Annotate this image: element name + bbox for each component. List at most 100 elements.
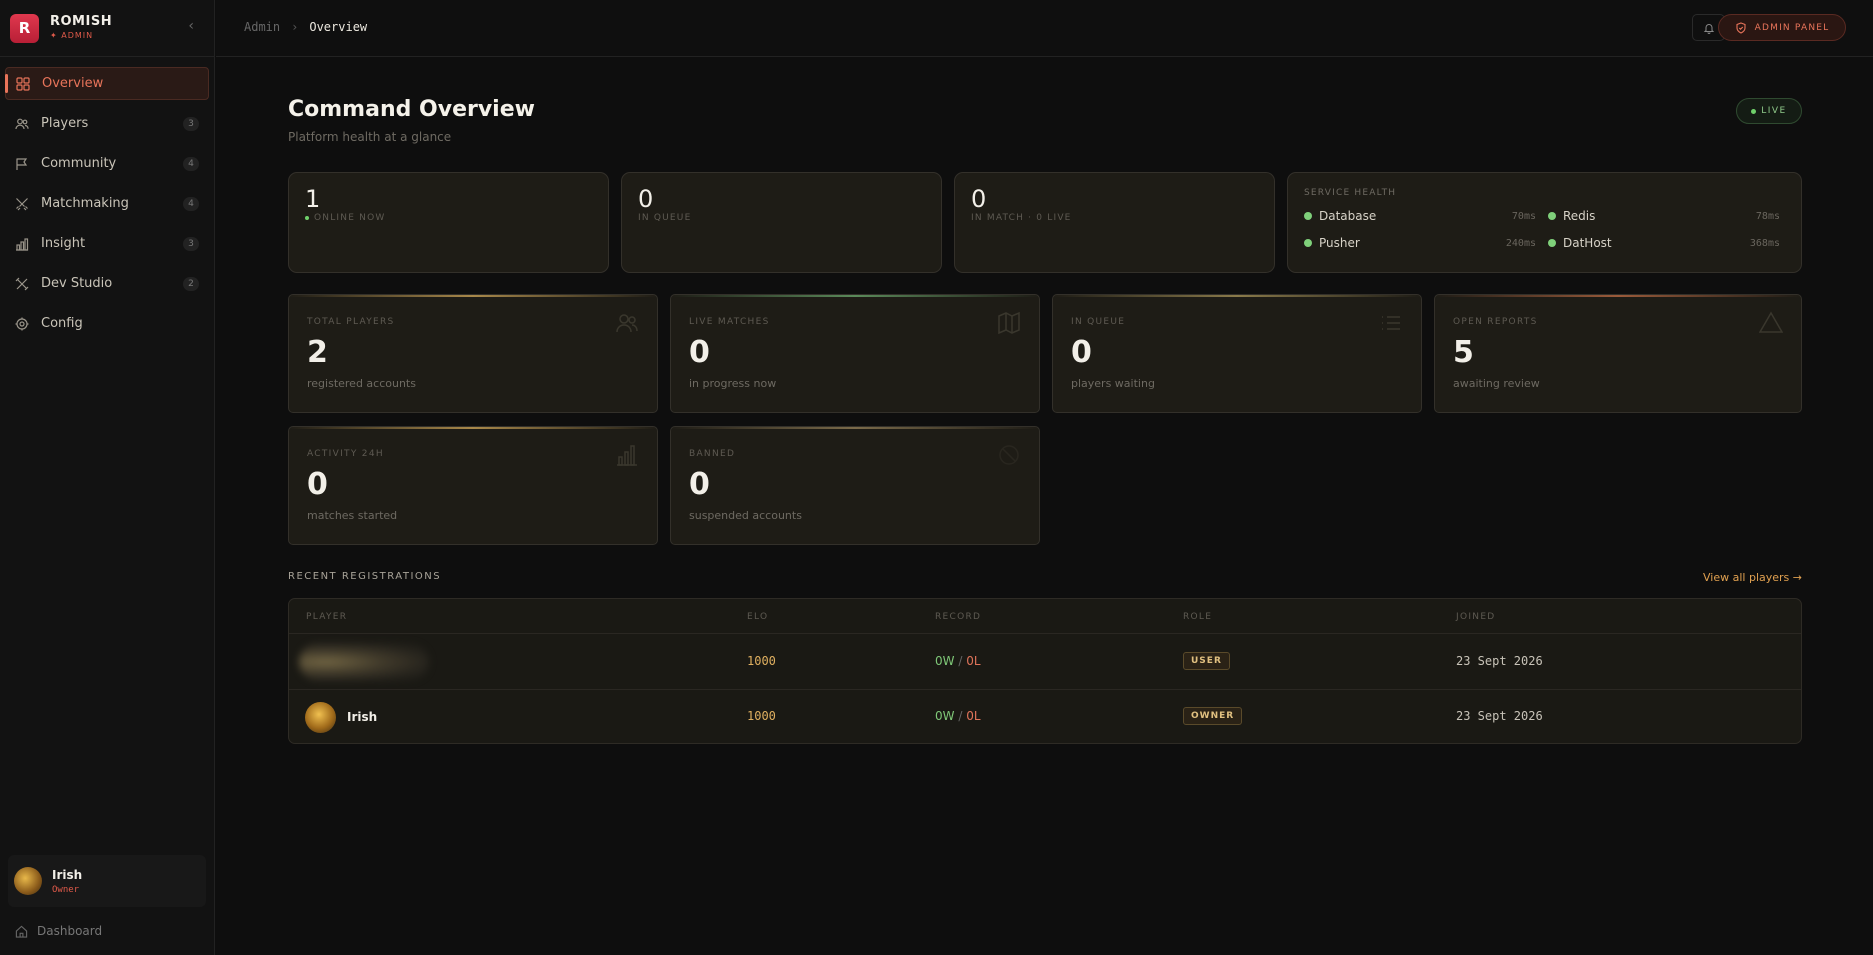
map-icon <box>998 311 1020 335</box>
status-dot-icon <box>1548 239 1556 247</box>
metric-banned: BANNED 0 suspended accounts <box>670 426 1040 545</box>
gear-icon <box>15 317 29 331</box>
service-name: Redis <box>1563 209 1596 223</box>
in-queue-value: 0 <box>638 185 654 213</box>
collapse-sidebar-icon[interactable]: ‹ <box>188 18 194 34</box>
sidebar-item-insight[interactable]: Insight 3 <box>5 227 209 260</box>
breadcrumb: Admin › Overview <box>244 20 367 34</box>
player-name[interactable]: Irish <box>347 710 377 724</box>
service-name: DatHost <box>1563 236 1612 250</box>
live-badge: LIVE <box>1736 98 1802 124</box>
sidebar-item-players[interactable]: Players 3 <box>5 107 209 140</box>
user-role: Owner <box>52 884 80 895</box>
table-row[interactable]: Irish 1000 0W / 0L OWNER 23 Sept 2026 <box>289 690 1801 743</box>
brand: R ROMISH ✦ ADMIN ‹ <box>0 0 214 57</box>
flag-icon <box>15 157 29 171</box>
service-latency: 368ms <box>1749 237 1780 249</box>
metric-live-matches: LIVE MATCHES 0 in progress now <box>670 294 1040 413</box>
metric-value: 5 <box>1453 335 1474 370</box>
swords-icon <box>15 197 29 211</box>
registrations-table: PLAYER ELO RECORD ROLE JOINED 1000 0W / … <box>288 598 1802 744</box>
breadcrumb-current: Overview <box>309 20 368 34</box>
joined-date: 23 Sept 2026 <box>1456 709 1543 723</box>
topbar: Admin › Overview ADMIN PANEL <box>216 0 1873 57</box>
chevron-right-icon: › <box>291 20 299 34</box>
sidebar-item-config[interactable]: Config <box>5 307 209 340</box>
avatar <box>305 702 336 733</box>
user-name: Irish <box>52 867 83 882</box>
record-separator: / <box>958 709 963 723</box>
metric-value: 2 <box>307 335 328 370</box>
home-icon <box>15 925 28 938</box>
grid-icon <box>16 76 30 91</box>
service-health-title: SERVICE HEALTH <box>1304 188 1397 198</box>
tools-icon <box>15 277 29 291</box>
online-now-label-row: ONLINE NOW <box>305 213 385 223</box>
brand-subtitle: ✦ ADMIN <box>50 31 94 41</box>
sidebar-item-label: Config <box>41 316 83 331</box>
table-row[interactable]: 1000 0W / 0L USER 23 Sept 2026 <box>289 635 1801 690</box>
dashboard-link[interactable]: Dashboard <box>15 924 102 938</box>
metric-label: OPEN REPORTS <box>1453 317 1538 327</box>
service-redis: Redis 78ms <box>1548 209 1780 223</box>
bar-chart-icon <box>617 445 637 466</box>
elo-value: 1000 <box>747 709 776 723</box>
sidebar-item-label: Overview <box>42 76 104 91</box>
view-all-players-link[interactable]: View all players → <box>1703 571 1802 584</box>
column-header-role: ROLE <box>1183 612 1213 622</box>
admin-panel-button[interactable]: ADMIN PANEL <box>1718 14 1846 41</box>
admin-panel-label: ADMIN PANEL <box>1754 22 1830 33</box>
sidebar-item-dev-studio[interactable]: Dev Studio 2 <box>5 267 209 300</box>
recent-registrations-title: RECENT REGISTRATIONS <box>288 571 442 582</box>
avatar <box>14 867 42 895</box>
record-wins: 0W <box>935 654 955 668</box>
service-pusher: Pusher 240ms <box>1304 236 1536 250</box>
metric-activity-24h: ACTIVITY 24H 0 matches started <box>288 426 658 545</box>
service-latency: 240ms <box>1505 237 1536 249</box>
warning-icon <box>1759 311 1783 333</box>
metric-description: players waiting <box>1071 377 1155 390</box>
sidebar-item-community[interactable]: Community 4 <box>5 147 209 180</box>
sidebar-item-label: Players <box>41 116 89 131</box>
service-latency: 78ms <box>1755 210 1780 222</box>
sidebar-item-label: Matchmaking <box>41 196 129 211</box>
joined-date: 23 Sept 2026 <box>1456 654 1543 668</box>
metric-label: TOTAL PLAYERS <box>307 317 395 327</box>
sidebar-item-overview[interactable]: Overview <box>5 67 209 100</box>
sidebar-item-matchmaking[interactable]: Matchmaking 4 <box>5 187 209 220</box>
breadcrumb-admin[interactable]: Admin <box>244 20 280 34</box>
elo-value: 1000 <box>747 654 776 668</box>
online-now-label: ONLINE NOW <box>314 213 386 223</box>
bell-icon <box>1703 23 1714 34</box>
nav-count-badge: 2 <box>183 277 199 291</box>
record-separator: / <box>958 654 963 668</box>
metric-description: awaiting review <box>1453 377 1540 390</box>
shield-icon <box>1736 21 1746 34</box>
record-value: 0W / 0L <box>935 709 981 723</box>
record-value: 0W / 0L <box>935 654 981 668</box>
sidebar-item-label: Insight <box>41 236 86 251</box>
metric-value: 0 <box>1071 335 1092 370</box>
live-dot-icon <box>1751 108 1757 114</box>
record-losses: 0L <box>966 709 981 723</box>
table-header: PLAYER ELO RECORD ROLE JOINED <box>289 599 1801 634</box>
nav-count-badge: 4 <box>183 157 199 171</box>
service-database: Database 70ms <box>1304 209 1536 223</box>
metric-value: 0 <box>689 467 710 502</box>
in-match-label: IN MATCH · 0 LIVE <box>971 213 1072 223</box>
record-losses: 0L <box>966 654 981 668</box>
in-match-value: 0 <box>971 185 987 213</box>
dashboard-label: Dashboard <box>37 924 103 938</box>
metric-description: suspended accounts <box>689 509 802 522</box>
column-header-joined: JOINED <box>1456 612 1496 622</box>
users-icon <box>15 117 29 131</box>
column-header-player: PLAYER <box>306 612 348 622</box>
status-dot-icon <box>1304 212 1312 220</box>
column-header-elo: ELO <box>747 612 769 622</box>
list-icon <box>1382 316 1400 330</box>
user-card[interactable]: Irish Owner <box>8 855 206 907</box>
brand-name: ROMISH <box>50 13 113 29</box>
metric-label: BANNED <box>689 449 736 459</box>
service-latency: 70ms <box>1511 210 1536 222</box>
live-label: LIVE <box>1761 106 1787 116</box>
